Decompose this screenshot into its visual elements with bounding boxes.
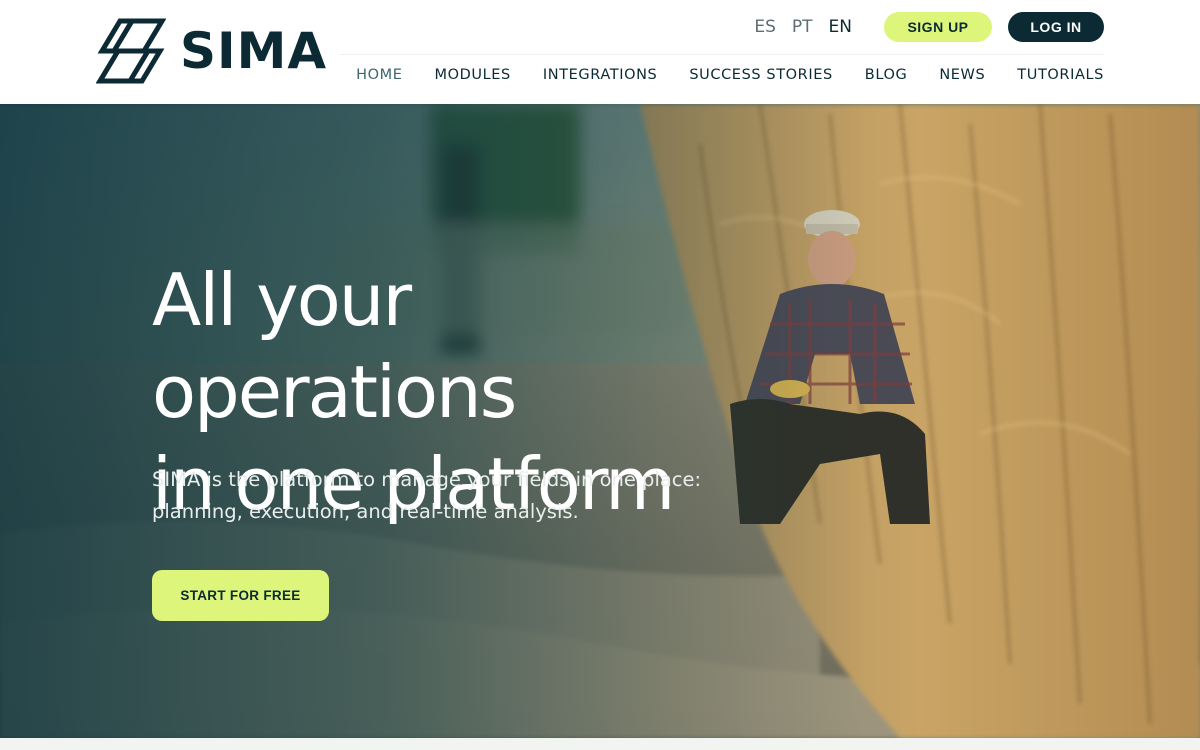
login-button[interactable]: LOG IN	[1008, 12, 1104, 42]
nav-item-integrations[interactable]: INTEGRATIONS	[543, 67, 657, 83]
nav-item-blog[interactable]: BLOG	[865, 67, 908, 83]
hero-title-line-1: All your operations	[152, 258, 517, 434]
brand-logo[interactable]: SIMA	[96, 18, 327, 84]
site-header: SIMA ES PT EN SIGN UP LOG IN HOME MODULE…	[0, 0, 1200, 104]
nav-item-modules[interactable]: MODULES	[435, 67, 511, 83]
nav-item-home[interactable]: HOME	[356, 67, 402, 83]
hero-subtitle-line-1: SIMA is the platform to manage your fiel…	[152, 468, 702, 491]
next-section-edge	[0, 738, 1200, 750]
nav-divider	[340, 54, 1104, 55]
language-and-auth-row: ES PT EN SIGN UP LOG IN	[754, 12, 1104, 42]
hero-subtitle: SIMA is the platform to manage your fiel…	[152, 464, 712, 528]
brand-name: SIMA	[180, 22, 328, 80]
lang-es[interactable]: ES	[754, 17, 776, 37]
nav-item-success-stories[interactable]: SUCCESS STORIES	[689, 67, 832, 83]
start-for-free-button[interactable]: START FOR FREE	[152, 570, 329, 621]
signup-button[interactable]: SIGN UP	[884, 12, 992, 42]
lang-en[interactable]: EN	[829, 17, 852, 37]
sima-logo-mark-icon	[96, 18, 166, 84]
hero-subtitle-line-2: planning, execution, and real-time analy…	[152, 500, 579, 523]
lang-pt[interactable]: PT	[792, 17, 813, 37]
main-nav: HOME MODULES INTEGRATIONS SUCCESS STORIE…	[356, 67, 1104, 83]
hero-section: All your operations in one platform SIMA…	[0, 104, 1200, 738]
nav-item-news[interactable]: NEWS	[939, 67, 985, 83]
nav-item-tutorials[interactable]: TUTORIALS	[1017, 67, 1104, 83]
